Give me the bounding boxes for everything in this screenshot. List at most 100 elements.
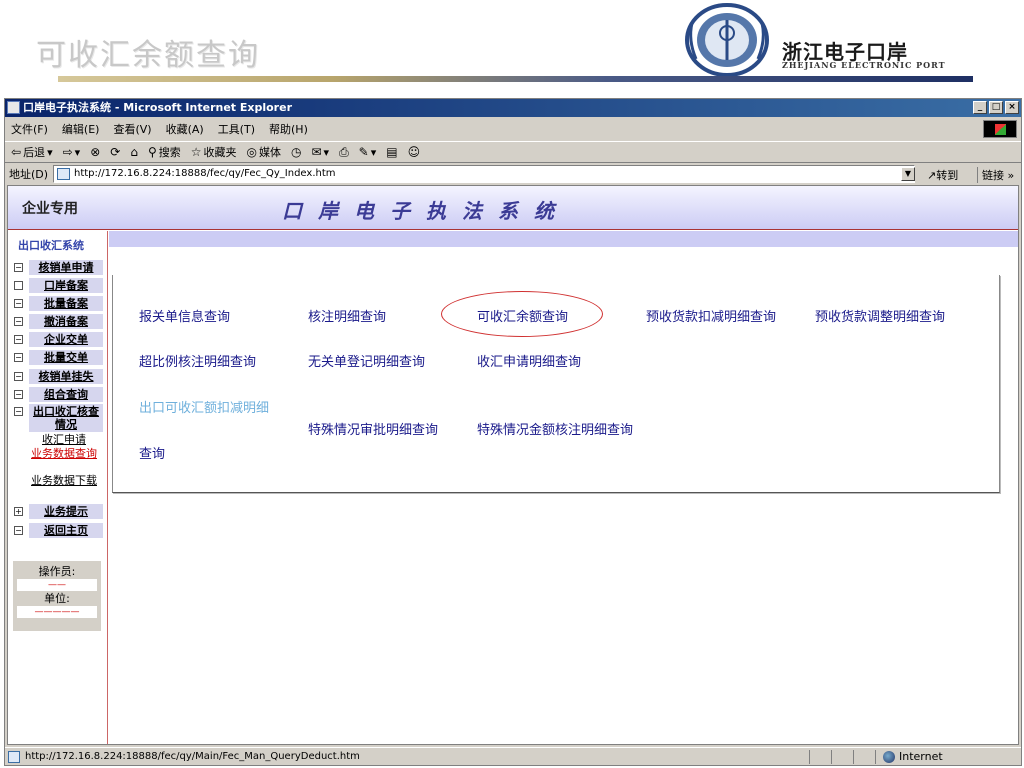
address-label: 地址(D) — [9, 168, 49, 181]
sidebar-item[interactable]: − 核销单申请 — [14, 260, 104, 276]
sidebar-item[interactable]: − 批量备案 — [14, 296, 104, 312]
discuss-icon: ▤ — [386, 145, 398, 159]
edit-icon: ✎ — [358, 145, 369, 159]
edit-button[interactable]: ✎ ▾ — [359, 145, 377, 159]
minimize-button[interactable]: _ — [973, 101, 987, 114]
collapse-icon[interactable] — [14, 281, 23, 290]
print-icon: ⎙ — [339, 144, 349, 159]
query-link[interactable]: 特殊情况金额核注明细查询 — [477, 419, 633, 438]
discuss-button[interactable]: ▤ — [386, 145, 397, 159]
unit-label: 单位: — [44, 592, 70, 605]
query-link[interactable]: 查询 — [139, 443, 165, 462]
slide-divider — [58, 76, 973, 82]
messenger-icon: ☺ — [407, 145, 421, 159]
ie-icon — [7, 101, 20, 114]
query-link[interactable]: 收汇申请明细查询 — [477, 351, 581, 370]
collapse-icon[interactable]: − — [14, 317, 23, 326]
toolbar: ⇦ 后退 ▾ ⇨ ▾ ⊗ ⟳ ⌂ ⚲ 搜索 ☆ 收藏夹 ◎ 媒体 ◷ ✉ ▾ ⎙ ✎ ▾ ▤ ☺ — [5, 141, 1021, 163]
slide-title: 可收汇余额查询 — [36, 38, 260, 73]
page-icon — [8, 751, 20, 763]
sidebar-subitem[interactable]: 业务数据下载 — [30, 474, 98, 487]
query-link[interactable]: 预收货款扣减明细查询 — [646, 306, 776, 325]
menu-edit[interactable]: 编辑(E) — [62, 121, 100, 137]
mail-button[interactable]: ✉ ▾ — [311, 145, 329, 159]
sidebar-item[interactable]: − 批量交单 — [14, 350, 104, 366]
sidebar-item[interactable]: − 核销单挂失 — [14, 369, 104, 385]
sidebar-item[interactable]: − 撤消备案 — [14, 314, 104, 330]
sidebar-title: 出口收汇系统 — [18, 239, 84, 252]
operator-box: 操作员: —— 单位: ————— — [13, 561, 101, 631]
query-link-selected[interactable]: 可收汇余额查询 — [477, 306, 568, 325]
collapse-icon[interactable]: − — [14, 407, 23, 416]
refresh-icon: ⟳ — [110, 145, 121, 159]
sidebar: 出口收汇系统 − 核销单申请 口岸备案 − 批量备案 − 撤消备案 − 企业交单 − 批量… — [8, 231, 108, 744]
query-panel: 报关单信息查询 核注明细查询 可收汇余额查询 预收货款扣减明细查询 预收货款调整… — [112, 275, 1000, 493]
history-icon: ◷ — [290, 145, 302, 159]
sidebar-subitem[interactable]: 收汇申请 — [30, 433, 98, 446]
menu-view[interactable]: 查看(V) — [113, 121, 151, 137]
menu-help[interactable]: 帮助(H) — [269, 121, 308, 137]
menu-file[interactable]: 文件(F) — [11, 121, 48, 137]
close-button[interactable]: × — [1005, 101, 1019, 114]
links-button[interactable]: 链接 » — [977, 167, 1014, 183]
sidebar-item[interactable]: + 业务提示 — [14, 504, 104, 520]
chevron-down-icon: ▾ — [47, 145, 53, 159]
menu-tools[interactable]: 工具(T) — [218, 121, 255, 137]
sidebar-item[interactable]: − 企业交单 — [14, 332, 104, 348]
collapse-icon[interactable]: − — [14, 526, 23, 535]
go-arrow-icon: ↗ — [927, 169, 937, 182]
sidebar-item[interactable]: − 出口收汇核查情况 — [14, 404, 104, 432]
messenger-button[interactable]: ☺ — [408, 145, 421, 159]
sidebar-item[interactable]: 口岸备案 — [14, 278, 104, 294]
maximize-button[interactable]: □ — [989, 101, 1003, 114]
sidebar-item[interactable]: − 组合查询 — [14, 387, 104, 403]
collapse-icon[interactable]: − — [14, 390, 23, 399]
address-bar: 地址(D) http://172.16.8.224:18888/fec/qy/F… — [5, 164, 1021, 184]
collapse-icon[interactable]: − — [14, 299, 23, 308]
window-title: 口岸电子执法系统 - Microsoft Internet Explorer — [23, 101, 292, 114]
query-link[interactable]: 无关单登记明细查询 — [308, 351, 425, 370]
sidebar-subitem-active[interactable]: 业务数据查询 — [30, 447, 98, 460]
query-link[interactable]: 出口可收汇额扣减明细 — [139, 397, 269, 416]
address-url: http://172.16.8.224:18888/fec/qy/Fec_Qy_… — [74, 168, 336, 179]
query-link[interactable]: 超比例核注明细查询 — [139, 351, 256, 370]
back-button[interactable]: ⇦ 后退 ▾ — [11, 144, 53, 160]
content-top-strip — [109, 231, 1018, 247]
forward-button[interactable]: ⇨ ▾ — [63, 145, 81, 159]
stop-button[interactable]: ⊗ — [90, 145, 100, 159]
mail-icon: ✉ — [311, 145, 322, 159]
sidebar-item[interactable]: − 返回主页 — [14, 523, 104, 539]
chevron-down-icon: ▾ — [370, 145, 377, 159]
query-link[interactable]: 预收货款调整明细查询 — [815, 306, 945, 325]
brand-name-en: ZHEJIANG ELECTRONIC PORT — [782, 60, 946, 70]
home-button[interactable]: ⌂ — [130, 145, 138, 159]
address-input[interactable]: http://172.16.8.224:18888/fec/qy/Fec_Qy_… — [53, 165, 915, 183]
search-button[interactable]: ⚲ 搜索 — [148, 144, 181, 160]
query-link[interactable]: 特殊情况审批明细查询 — [308, 419, 438, 438]
customs-emblem-icon — [685, 3, 769, 77]
history-button[interactable]: ◷ — [291, 145, 301, 159]
collapse-icon[interactable]: − — [14, 372, 23, 381]
home-icon: ⌂ — [130, 145, 138, 159]
operator-value: —— — [17, 579, 97, 591]
go-button[interactable]: ↗转到 — [927, 167, 958, 183]
window-titlebar[interactable]: 口岸电子执法系统 - Microsoft Internet Explorer _… — [5, 99, 1021, 117]
refresh-button[interactable]: ⟳ — [110, 145, 120, 159]
media-button[interactable]: ◎ 媒体 — [247, 144, 281, 160]
address-dropdown-icon[interactable]: ▼ — [901, 167, 915, 181]
collapse-icon[interactable]: − — [14, 353, 23, 362]
menu-favorites[interactable]: 收藏(A) — [166, 121, 204, 137]
collapse-icon[interactable]: − — [14, 263, 23, 272]
favorites-button[interactable]: ☆ 收藏夹 — [191, 144, 237, 160]
expand-icon[interactable]: + — [14, 507, 23, 516]
page-header: 企业专用 口岸电子执法系统 — [8, 186, 1018, 230]
print-button[interactable]: ⎙ — [339, 145, 349, 160]
security-zone: Internet — [883, 748, 943, 766]
favorites-icon: ☆ — [190, 145, 202, 159]
query-link[interactable]: 报关单信息查询 — [139, 306, 230, 325]
stop-icon: ⊗ — [90, 145, 101, 159]
status-url: http://172.16.8.224:18888/fec/qy/Main/Fe… — [25, 751, 360, 762]
query-link[interactable]: 核注明细查询 — [308, 306, 386, 325]
page-icon — [57, 168, 70, 180]
collapse-icon[interactable]: − — [14, 335, 23, 344]
